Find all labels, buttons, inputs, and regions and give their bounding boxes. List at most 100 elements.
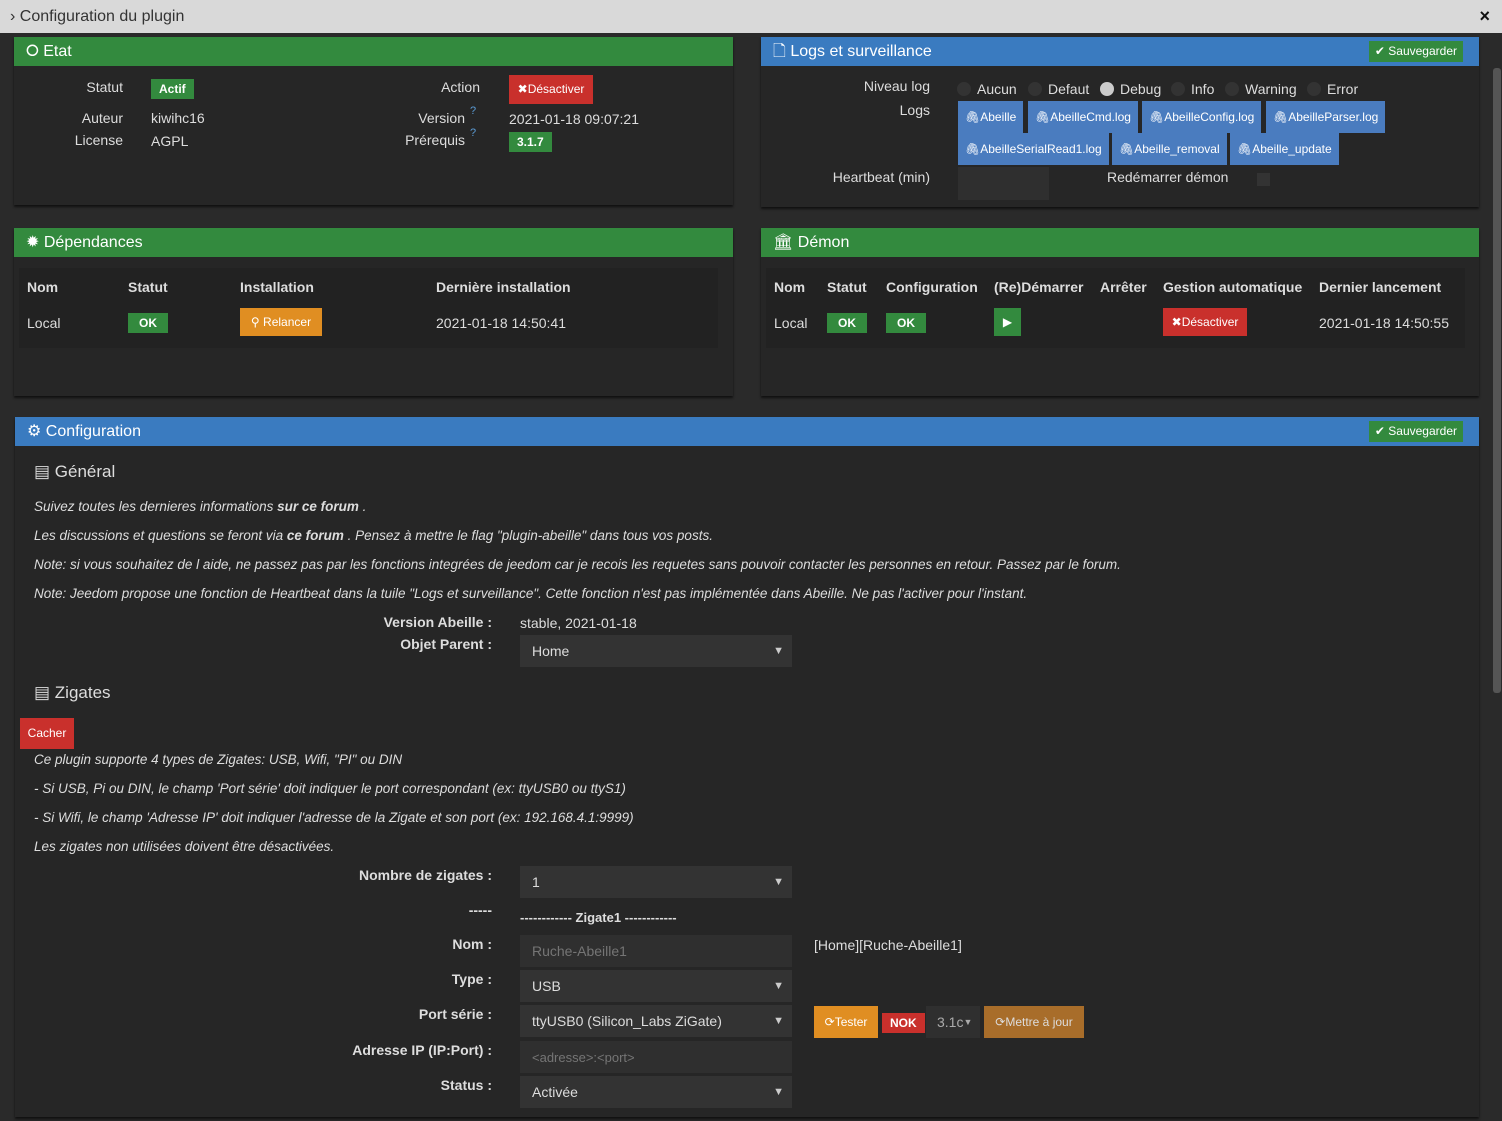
radio-info[interactable] bbox=[1171, 82, 1185, 96]
log-abeillecmd[interactable]: 🖇AbeilleCmd.log bbox=[1028, 101, 1138, 133]
select-value: Activée bbox=[532, 1084, 578, 1100]
level-info: Info bbox=[1191, 81, 1215, 97]
general-heading: ▤ Général bbox=[34, 462, 115, 482]
zigates-heading: ▤ Zigates bbox=[34, 683, 111, 703]
action-label: Action bbox=[441, 79, 480, 95]
bicycle-icon: ⚲ bbox=[250, 315, 264, 329]
heartbeat-label: Heartbeat (min) bbox=[832, 169, 930, 185]
demon-panel: 🏛 Démon Nom Statut Configuration (Re)Dém… bbox=[761, 228, 1479, 396]
version-label: Version bbox=[418, 110, 465, 126]
log-label: AbeilleConfig.log bbox=[1164, 110, 1255, 124]
help-icon[interactable]: ? bbox=[470, 105, 476, 117]
status-select[interactable]: Activée ▼ bbox=[520, 1076, 792, 1108]
caret-down-icon: ▼ bbox=[963, 1017, 973, 1027]
desactiver-button[interactable]: ✖Désactiver bbox=[509, 75, 593, 104]
gestion-label: Désactiver bbox=[1181, 315, 1239, 329]
log-abeilleserialread1[interactable]: 🖇AbeilleSerialRead1.log bbox=[958, 133, 1109, 165]
radio-debug[interactable] bbox=[1100, 82, 1114, 96]
select-value: ttyUSB0 (Silicon_Labs ZiGate) bbox=[532, 1013, 722, 1029]
log-abeilleparser[interactable]: 🖇AbeilleParser.log bbox=[1266, 101, 1386, 133]
th-demarrer: (Re)Démarrer bbox=[994, 279, 1084, 295]
deps-table: Nom Statut Installation Dernière install… bbox=[19, 268, 718, 348]
demon-title: Démon bbox=[797, 234, 850, 251]
cacher-button[interactable]: Cacher bbox=[20, 718, 74, 749]
heartbeat-input[interactable] bbox=[958, 167, 1049, 200]
general-title: Général bbox=[54, 462, 116, 481]
nom-path: [Home][Ruche-Abeille1] bbox=[814, 937, 962, 953]
version-abeille-value: stable, 2021-01-18 bbox=[520, 615, 637, 631]
dependances-panel: ✹ Dépendances Nom Statut Installation De… bbox=[14, 228, 733, 396]
th-dernier: Dernier lancement bbox=[1319, 279, 1442, 295]
gears-icon: ⚙ bbox=[27, 423, 46, 440]
help-icon[interactable]: ? bbox=[470, 127, 476, 139]
logs-header: 🗋 Logs et surveillance ✔ Sauvegarder bbox=[761, 37, 1479, 66]
play-icon: ▶ bbox=[1002, 315, 1013, 329]
th-nom: Nom bbox=[27, 279, 59, 295]
relancer-label: Relancer bbox=[263, 315, 312, 329]
etat-header: ⭘ Etat bbox=[14, 37, 733, 66]
type-select[interactable]: USB ▼ bbox=[520, 970, 792, 1002]
ip-input[interactable] bbox=[520, 1041, 792, 1073]
logs-panel: 🗋 Logs et surveillance ✔ Sauvegarder Niv… bbox=[761, 37, 1479, 207]
play-button[interactable]: ▶ bbox=[994, 308, 1021, 336]
th-statut: Statut bbox=[827, 279, 867, 295]
restart-daemon-checkbox[interactable] bbox=[1257, 173, 1270, 186]
objet-parent-select[interactable]: Home ▼ bbox=[520, 635, 792, 667]
close-icon[interactable]: × bbox=[1479, 0, 1490, 33]
caret-down-icon: ▼ bbox=[773, 645, 784, 657]
demon-table: Nom Statut Configuration (Re)Démarrer Ar… bbox=[766, 268, 1465, 348]
nom-input[interactable] bbox=[520, 935, 792, 967]
radio-warning[interactable] bbox=[1225, 82, 1239, 96]
deps-date: 2021-01-18 14:50:41 bbox=[436, 315, 566, 331]
nombre-zigates-select[interactable]: 1 ▼ bbox=[520, 866, 792, 898]
save-label: Sauvegarder bbox=[1388, 424, 1457, 438]
scrollbar-thumb[interactable] bbox=[1493, 68, 1501, 693]
log-label: Abeille_removal bbox=[1134, 142, 1220, 156]
level-aucun: Aucun bbox=[977, 81, 1017, 97]
tester-button[interactable]: ⟳Tester bbox=[814, 1006, 878, 1038]
demon-status-badge: OK bbox=[827, 313, 867, 333]
radio-error[interactable] bbox=[1307, 82, 1321, 96]
update-button[interactable]: ⟳Mettre à jour bbox=[984, 1006, 1084, 1038]
refresh-icon: ⟳ bbox=[824, 1015, 835, 1029]
general-line-2: Les discussions et questions se feront v… bbox=[34, 528, 713, 543]
scrollbar[interactable] bbox=[1492, 33, 1502, 1121]
list-icon: ▤ bbox=[34, 462, 55, 481]
log-label: Abeille_update bbox=[1252, 142, 1332, 156]
version-value: 2021-01-18 09:07:21 bbox=[509, 111, 639, 127]
refresh-icon: ⟳ bbox=[995, 1015, 1006, 1029]
forum-link[interactable]: sur ce forum bbox=[277, 499, 359, 514]
update-label: Mettre à jour bbox=[1005, 1015, 1073, 1029]
prerequis-badge: 3.1.7 bbox=[509, 132, 552, 152]
license-label: License bbox=[74, 132, 123, 148]
port-label: Port série : bbox=[418, 1006, 492, 1022]
log-abeille[interactable]: 🖇Abeille bbox=[958, 101, 1024, 133]
nombre-zigates-label: Nombre de zigates : bbox=[358, 867, 492, 883]
save-button[interactable]: ✔ Sauvegarder bbox=[1368, 41, 1463, 62]
config-save-button[interactable]: ✔ Sauvegarder bbox=[1368, 421, 1463, 442]
th-arreter: Arrêter bbox=[1100, 279, 1147, 295]
level-error: Error bbox=[1327, 81, 1359, 97]
th-configuration: Configuration bbox=[886, 279, 978, 295]
log-abeille-removal[interactable]: 🖇Abeille_removal bbox=[1112, 133, 1227, 165]
logs-title: Logs et surveillance bbox=[790, 43, 932, 60]
th-gestion: Gestion automatique bbox=[1163, 279, 1303, 295]
deps-status-badge: OK bbox=[128, 313, 168, 333]
firmware-select[interactable]: 3.1c▼ bbox=[926, 1006, 980, 1038]
port-select[interactable]: ttyUSB0 (Silicon_Labs ZiGate) ▼ bbox=[520, 1005, 792, 1037]
gestion-desactiver-button[interactable]: ✖Désactiver bbox=[1163, 308, 1247, 336]
separator-label: ----- bbox=[468, 902, 492, 918]
etat-panel: ⭘ Etat Statut Actif Auteur kiwihc16 Lice… bbox=[14, 37, 733, 205]
log-abeille-update[interactable]: 🖇Abeille_update bbox=[1230, 133, 1339, 165]
level-warning: Warning bbox=[1245, 81, 1297, 97]
version-abeille-label: Version Abeille : bbox=[383, 614, 492, 630]
window-title: Configuration du plugin bbox=[19, 8, 185, 25]
demon-header: 🏛 Démon bbox=[761, 228, 1479, 257]
x-icon: ✖ bbox=[1171, 315, 1182, 329]
log-label: Abeille bbox=[980, 110, 1017, 124]
radio-aucun[interactable] bbox=[957, 82, 971, 96]
log-abeilleconfig[interactable]: 🖇AbeilleConfig.log bbox=[1142, 101, 1262, 133]
relancer-button[interactable]: ⚲ Relancer bbox=[240, 308, 322, 336]
radio-defaut[interactable] bbox=[1028, 82, 1042, 96]
forum-link[interactable]: ce forum bbox=[287, 528, 344, 543]
